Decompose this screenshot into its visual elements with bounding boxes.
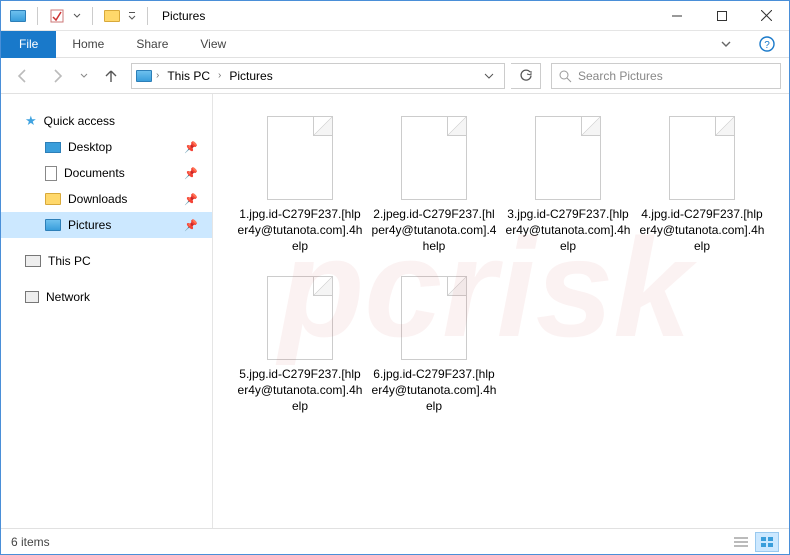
- file-name: 5.jpg.id-C279F237.[hlper4y@tutanota.com]…: [233, 366, 367, 415]
- file-name: 6.jpg.id-C279F237.[hlper4y@tutanota.com]…: [367, 366, 501, 415]
- file-item[interactable]: 2.jpeg.id-C279F237.[hlper4y@tutanota.com…: [367, 110, 501, 270]
- status-count: 6 items: [11, 535, 50, 549]
- sidebar-item-label: Pictures: [68, 218, 111, 232]
- breadcrumb-this-pc[interactable]: This PC: [163, 67, 214, 85]
- minimize-button[interactable]: [654, 1, 699, 31]
- view-mode-buttons: [729, 532, 779, 552]
- separator: [147, 7, 148, 25]
- main-area: ★ Quick access Desktop 📌 Documents 📌 Dow…: [1, 94, 789, 528]
- chevron-right-icon[interactable]: ›: [218, 70, 221, 81]
- file-thumbnail-icon: [669, 116, 735, 200]
- separator: [37, 7, 38, 25]
- file-item[interactable]: 4.jpg.id-C279F237.[hlper4y@tutanota.com]…: [635, 110, 769, 270]
- tab-home[interactable]: Home: [56, 32, 120, 56]
- sidebar-label: This PC: [48, 254, 91, 268]
- address-dropdown-icon[interactable]: [478, 71, 500, 81]
- folder-icon: [103, 7, 121, 25]
- sidebar-item-label: Desktop: [68, 140, 112, 154]
- file-item[interactable]: 6.jpg.id-C279F237.[hlper4y@tutanota.com]…: [367, 270, 501, 430]
- sidebar-label: Quick access: [44, 114, 115, 128]
- qat-dropdown-icon[interactable]: [72, 7, 82, 25]
- tab-share[interactable]: Share: [120, 32, 184, 56]
- window-controls: [654, 1, 789, 31]
- file-item[interactable]: 3.jpg.id-C279F237.[hlper4y@tutanota.com]…: [501, 110, 635, 270]
- forward-button[interactable]: [43, 62, 71, 90]
- desktop-icon: [45, 142, 61, 153]
- details-view-button[interactable]: [729, 532, 753, 552]
- statusbar: 6 items: [1, 528, 789, 554]
- file-name: 2.jpeg.id-C279F237.[hlper4y@tutanota.com…: [367, 206, 501, 255]
- recent-dropdown-icon[interactable]: [77, 62, 91, 90]
- separator: [92, 7, 93, 25]
- file-thumbnail-icon: [401, 116, 467, 200]
- maximize-button[interactable]: [699, 1, 744, 31]
- close-button[interactable]: [744, 1, 789, 31]
- breadcrumb-pictures[interactable]: Pictures: [225, 67, 276, 85]
- file-name: 3.jpg.id-C279F237.[hlper4y@tutanota.com]…: [501, 206, 635, 255]
- search-icon: [558, 69, 572, 83]
- back-button[interactable]: [9, 62, 37, 90]
- network-icon: [25, 291, 39, 303]
- pin-icon: 📌: [184, 193, 198, 206]
- file-thumbnail-icon: [401, 276, 467, 360]
- window-title: Pictures: [162, 9, 205, 23]
- sidebar-label: Network: [46, 290, 90, 304]
- file-name: 4.jpg.id-C279F237.[hlper4y@tutanota.com]…: [635, 206, 769, 255]
- navbar: › This PC › Pictures Search Pictures: [1, 58, 789, 94]
- file-thumbnail-icon: [535, 116, 601, 200]
- sidebar-item-desktop[interactable]: Desktop 📌: [1, 134, 212, 160]
- address-bar[interactable]: › This PC › Pictures: [131, 63, 505, 89]
- file-item[interactable]: 5.jpg.id-C279F237.[hlper4y@tutanota.com]…: [233, 270, 367, 430]
- document-icon: [45, 166, 57, 181]
- ribbon: File Home Share View ?: [1, 31, 789, 58]
- tab-view[interactable]: View: [184, 32, 242, 56]
- folder-icon: [45, 193, 61, 205]
- file-list[interactable]: 1.jpg.id-C279F237.[hlper4y@tutanota.com]…: [213, 94, 789, 528]
- pc-icon: [25, 255, 41, 267]
- sidebar-item-label: Downloads: [68, 192, 127, 206]
- star-icon: ★: [25, 113, 37, 129]
- help-icon[interactable]: ?: [745, 36, 789, 52]
- titlebar: Pictures: [1, 1, 789, 31]
- file-name: 1.jpg.id-C279F237.[hlper4y@tutanota.com]…: [233, 206, 367, 255]
- chevron-right-icon[interactable]: ›: [156, 70, 159, 81]
- sidebar-item-downloads[interactable]: Downloads 📌: [1, 186, 212, 212]
- refresh-button[interactable]: [511, 63, 541, 89]
- qat-overflow-icon[interactable]: [127, 7, 137, 25]
- expand-ribbon-icon[interactable]: [707, 39, 745, 49]
- up-button[interactable]: [97, 62, 125, 90]
- icons-view-button[interactable]: [755, 532, 779, 552]
- sidebar-this-pc[interactable]: This PC: [1, 248, 212, 274]
- sidebar-network[interactable]: Network: [1, 284, 212, 310]
- pin-icon: 📌: [184, 141, 198, 154]
- app-icon: [9, 7, 27, 25]
- file-tab[interactable]: File: [1, 31, 56, 58]
- file-thumbnail-icon: [267, 116, 333, 200]
- search-placeholder: Search Pictures: [578, 69, 663, 83]
- file-thumbnail-icon: [267, 276, 333, 360]
- svg-text:?: ?: [764, 40, 770, 51]
- search-input[interactable]: Search Pictures: [551, 63, 781, 89]
- quick-access-toolbar: [1, 7, 152, 25]
- sidebar-item-documents[interactable]: Documents 📌: [1, 160, 212, 186]
- sidebar-item-pictures[interactable]: Pictures 📌: [1, 212, 212, 238]
- pictures-icon: [45, 219, 61, 231]
- sidebar-quick-access[interactable]: ★ Quick access: [1, 108, 212, 134]
- pin-icon: 📌: [184, 167, 198, 180]
- qat-properties-icon[interactable]: [48, 7, 66, 25]
- file-item[interactable]: 1.jpg.id-C279F237.[hlper4y@tutanota.com]…: [233, 110, 367, 270]
- sidebar-item-label: Documents: [64, 166, 125, 180]
- location-icon: [136, 70, 152, 82]
- sidebar: ★ Quick access Desktop 📌 Documents 📌 Dow…: [1, 94, 213, 528]
- pin-icon: 📌: [184, 219, 198, 232]
